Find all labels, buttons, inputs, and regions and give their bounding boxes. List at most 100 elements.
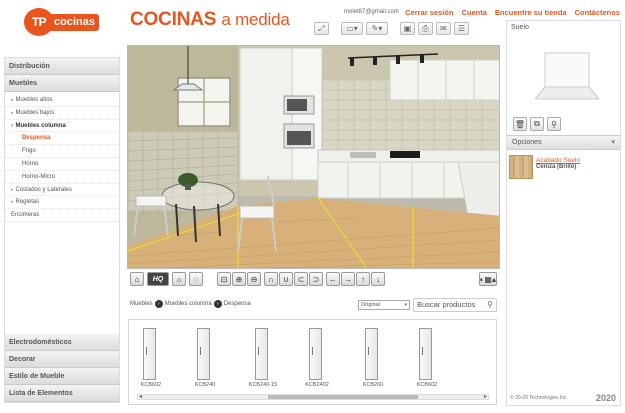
zoom-out-button[interactable]: ⊖ — [247, 272, 261, 286]
view-mode-icon: ◐▦▴ — [479, 274, 496, 284]
search-input[interactable]: Buscar productos ⚲ — [413, 298, 497, 312]
email-button[interactable]: ✉ — [436, 22, 451, 35]
arrow-left-icon[interactable]: ◂ — [139, 393, 142, 400]
product-thumbnail — [419, 328, 432, 380]
product-code: KCB240 — [194, 382, 216, 388]
floor-preview — [535, 43, 599, 107]
crumb-muebles[interactable]: Muebles — [130, 301, 153, 307]
light-off-button[interactable]: ◌ — [189, 272, 203, 286]
logo-word: cocinas — [51, 14, 99, 31]
delete-button[interactable]: 🗑 — [513, 117, 527, 131]
catalog-item[interactable]: KCB2402 — [297, 328, 337, 388]
zoom-in-button[interactable]: ⊕ — [232, 272, 246, 286]
duplicate-button[interactable]: ⧉ — [530, 117, 544, 131]
home-view-button[interactable]: ⌂ — [130, 272, 144, 286]
pan-left-button[interactable]: ← — [326, 272, 340, 286]
search-icon[interactable]: ⚲ — [487, 299, 493, 311]
view-mode-button[interactable]: ◐▦▴ — [478, 272, 497, 286]
tp-cocinas-logo[interactable]: TP cocinas — [24, 8, 99, 36]
sidebar-item-muebles-bajos[interactable]: ▸ Muebles bajos — [5, 107, 119, 120]
floor-finish-swatch[interactable] — [509, 155, 533, 179]
sidebar-item-costados[interactable]: ▸ Costados y Laterales — [5, 184, 119, 197]
zoom-to-button[interactable]: ⚲ — [547, 117, 561, 131]
pan-right-button[interactable]: → — [341, 272, 355, 286]
sidebar-item-label: Muebles altos — [15, 97, 53, 103]
arc-up-icon: ∩ — [268, 274, 274, 284]
sidebar-item-label: Muebles bajos — [15, 109, 55, 116]
sidebar-item-horno[interactable]: Horno — [5, 158, 119, 171]
section-decorar[interactable]: Decorar — [5, 351, 119, 368]
scroll-thumb[interactable] — [268, 395, 418, 399]
save-button[interactable]: ▣ — [400, 22, 415, 35]
catalog-item[interactable]: KCB602 — [407, 328, 447, 388]
rotate-left-button[interactable]: ⊂ — [294, 272, 308, 286]
options-header[interactable]: Opciones ▾ — [507, 135, 620, 150]
hq-render-button[interactable]: HQ — [147, 272, 169, 286]
crumb-muebles-columna[interactable]: Muebles columna — [165, 301, 212, 307]
copy-icon: ⧉ — [534, 119, 540, 128]
product-code: KCB2402 — [305, 382, 329, 388]
option-value: Ceniza (Brillo) — [536, 164, 577, 170]
rotate-up-button[interactable]: ∩ — [264, 272, 278, 286]
catalog-scrollbar[interactable]: ◂ ▸ — [137, 394, 489, 400]
find-store-link[interactable]: Encuentre su tienda — [495, 8, 567, 17]
arrow-down-icon: ↓ — [376, 274, 380, 284]
bulb-icon: ☼ — [175, 274, 183, 284]
sidebar-item-muebles-altos[interactable]: ▸ Muebles altos — [5, 94, 119, 107]
print-button[interactable]: ⎙ — [418, 22, 433, 35]
catalog-item[interactable]: KCB260 — [353, 328, 393, 388]
chevron-down-icon: ▾ — [611, 139, 615, 146]
sort-select-value: Original — [361, 302, 380, 308]
chevron-right-icon: ▸ — [11, 97, 14, 103]
sort-select[interactable]: Original ▾ — [358, 300, 410, 310]
logout-link[interactable]: Cerrar sesión — [405, 8, 453, 17]
sidebar-item-regletas[interactable]: ▸ Regletas — [5, 196, 119, 210]
arrow-right-icon[interactable]: ▸ — [484, 393, 487, 400]
pan-up-button[interactable]: ↑ — [356, 272, 370, 286]
contact-link[interactable]: Contáctenos — [575, 8, 620, 17]
fullscreen-button[interactable]: ⤢ — [314, 22, 329, 35]
pan-down-button[interactable]: ↓ — [371, 272, 385, 286]
arc-right-icon: ⊃ — [312, 274, 320, 284]
section-electrodomesticos[interactable]: Electrodomésticos — [5, 334, 119, 351]
floppy-icon: ▣ — [403, 24, 412, 33]
zoom-fit-button[interactable]: ⊡ — [217, 272, 231, 286]
list-button[interactable]: ☰ — [454, 22, 469, 35]
page-title: COCINAS a medida — [130, 9, 290, 31]
arrow-up-icon: ↑ — [361, 274, 365, 284]
option-name-link[interactable]: Acabado Suelo — [536, 157, 580, 164]
new-design-button[interactable]: ▭▾ — [341, 22, 363, 35]
section-muebles[interactable]: Muebles — [5, 75, 119, 92]
product-thumbnail — [197, 328, 210, 380]
chevron-right-icon: ▸ — [11, 199, 14, 206]
zoom-in-icon: ⊕ — [235, 274, 243, 284]
sidebar-item-frigo[interactable]: Frigo — [5, 145, 119, 158]
rotate-right-button[interactable]: ⊃ — [309, 272, 323, 286]
account-link[interactable]: Cuenta — [461, 8, 486, 17]
product-thumbnail — [309, 328, 322, 380]
kitchen-3d-viewport[interactable] — [127, 45, 500, 269]
home-icon: ⌂ — [134, 274, 140, 284]
crumb-despensa[interactable]: Despensa — [224, 301, 251, 307]
sidebar-item-despensa[interactable]: Despensa — [5, 132, 119, 146]
catalog-item[interactable]: KCB240-15 — [243, 328, 283, 388]
product-code: KCB602 — [416, 382, 438, 388]
top-toolbar: ⤢ ▭▾ ✎▾ ▣ ⎙ ✉ ☰ — [314, 22, 469, 35]
arc-left-icon: ⊂ — [297, 274, 305, 284]
light-on-button[interactable]: ☼ — [172, 272, 186, 286]
magnifier-icon: ⚲ — [551, 119, 557, 129]
section-distribucion[interactable]: Distribución — [5, 58, 119, 75]
product-catalog: KCB602 KCB240 KCB240-15 KCB2402 KCB260 K… — [128, 319, 497, 405]
sidebar-item-muebles-columna[interactable]: ▾ Muebles columna — [5, 120, 119, 133]
section-lista-elementos[interactable]: Lista de Elementos — [5, 385, 119, 402]
tools-button[interactable]: ✎▾ — [366, 22, 388, 35]
object-tools: 🗑 ⧉ ⚲ — [513, 117, 561, 131]
sidebar-item-horno-micro[interactable]: Horno-Micro — [5, 171, 119, 184]
section-estilo-mueble[interactable]: Estilo de Mueble — [5, 368, 119, 385]
catalog-item[interactable]: KCB602 — [131, 328, 171, 388]
sidebar-item-encimeras[interactable]: Encimeras — [5, 209, 119, 222]
catalog-item[interactable]: KCB240 — [185, 328, 225, 388]
rotate-down-button[interactable]: ∪ — [279, 272, 293, 286]
chevron-right-icon: › — [154, 300, 163, 308]
pan-group: ← → ↑ ↓ — [326, 272, 385, 286]
